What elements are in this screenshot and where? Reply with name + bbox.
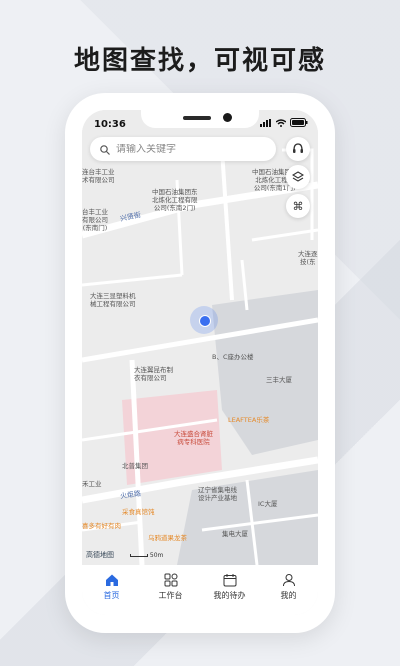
poi-label[interactable]: 喜多有好有肉	[82, 522, 121, 530]
current-location-marker	[190, 306, 218, 334]
tab-home[interactable]: 首页	[87, 573, 137, 615]
page-headline: 地图查找，可视可感	[73, 46, 326, 76]
tab-label: 我的	[280, 591, 297, 600]
poi-label[interactable]: 三丰大厦	[266, 376, 292, 384]
bottom-tab-bar: 首页 工作台 我的待办 我的	[82, 565, 318, 615]
speaker-grille	[183, 116, 211, 120]
poi-label[interactable]: 连台丰工业 术有限公司	[82, 168, 115, 184]
poi-label[interactable]: 大连逐 技(东	[298, 250, 318, 266]
tab-label: 首页	[103, 591, 120, 600]
map-logo: 高德地图	[86, 551, 114, 559]
phone-screen: 兴贤街 火炬路 中国石油集团东 北炼化工程有限 公司(东南2门) 中国石油集团东 北炼…	[82, 110, 318, 615]
poi-label[interactable]: 采食真馆饨	[122, 508, 155, 516]
headset-icon	[292, 140, 304, 159]
poi-label[interactable]: 北普集团	[122, 462, 148, 470]
poi-label[interactable]: 禾工业	[82, 480, 102, 488]
grid-icon	[164, 573, 177, 587]
front-camera	[223, 113, 232, 122]
tab-my-todos[interactable]: 我的待办	[205, 573, 255, 615]
layers-button[interactable]	[286, 165, 310, 189]
poi-label[interactable]: IC大厦	[258, 500, 277, 508]
poi-label[interactable]: 大连翼昆布制 衣有限公司	[134, 366, 173, 382]
status-icons	[260, 118, 308, 130]
map-view[interactable]: 兴贤街 火炬路 中国石油集团东 北炼化工程有限 公司(东南2门) 中国石油集团东 北炼…	[82, 110, 318, 565]
poi-label[interactable]: 大连盛合肾脏 病专科医院	[174, 430, 213, 446]
command-button[interactable]: ⌘	[286, 194, 310, 218]
poi-label[interactable]: 集电大厦	[222, 530, 248, 538]
person-icon	[282, 574, 295, 587]
command-icon: ⌘	[292, 199, 304, 213]
poi-label[interactable]: B、C座办公楼	[212, 353, 254, 361]
tab-label: 工作台	[158, 591, 183, 600]
status-time: 10:36	[94, 119, 126, 130]
poi-label[interactable]: LEAFTEA乐茶	[228, 416, 269, 424]
search-icon	[100, 140, 110, 159]
tab-label: 我的待办	[213, 591, 246, 600]
layers-icon	[291, 168, 305, 187]
poi-label[interactable]: 中国石油集团东 北炼化工程有限 公司(东南2门)	[152, 188, 198, 212]
poi-label[interactable]: 大连三显塑料机 械工程有限公司	[90, 292, 136, 308]
wifi-icon	[275, 118, 287, 130]
tab-mine[interactable]: 我的	[264, 573, 314, 615]
battery-icon	[290, 118, 308, 130]
calendar-icon	[223, 574, 236, 587]
poi-label[interactable]: 乌鸦道果龙茶	[148, 534, 187, 542]
search-bar[interactable]	[90, 137, 276, 161]
poi-label[interactable]: 台丰工业 有限公司 (东南门)	[82, 208, 108, 232]
search-input[interactable]	[116, 143, 266, 155]
scale-bar-icon	[130, 554, 148, 557]
phone-notch	[141, 110, 259, 128]
poi-label[interactable]: 辽宁省集电线 设计产业基地	[198, 486, 237, 502]
customer-service-button[interactable]	[286, 137, 310, 161]
signal-icon	[260, 118, 272, 130]
tab-workbench[interactable]: 工作台	[146, 573, 196, 615]
home-icon	[105, 574, 118, 586]
map-scale: 50m	[130, 552, 163, 559]
